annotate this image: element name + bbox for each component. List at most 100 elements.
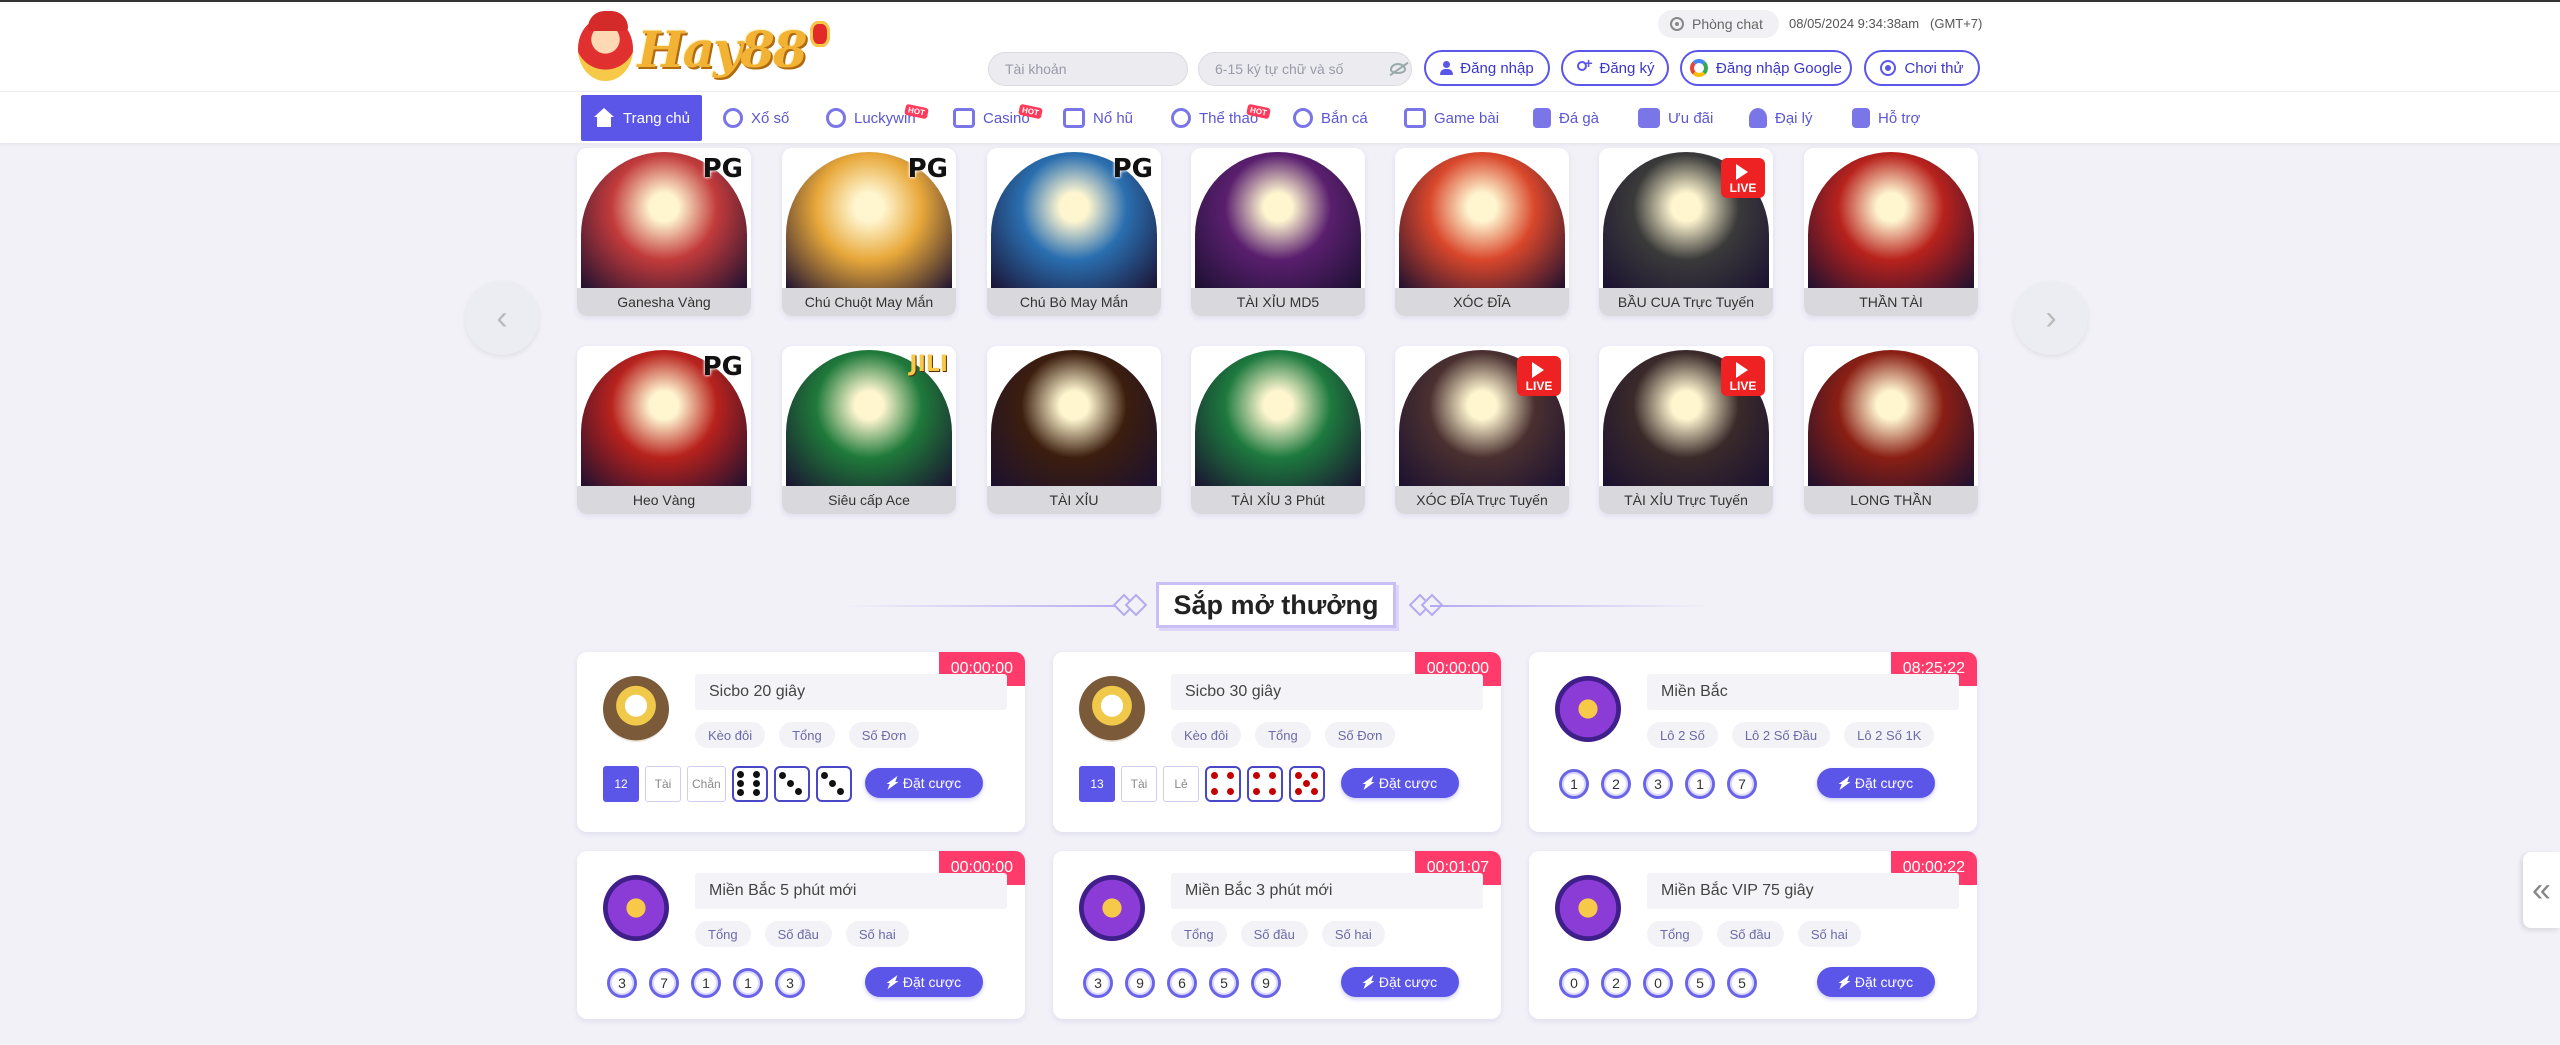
lottery-thumbnail[interactable] (1079, 875, 1145, 941)
game-card[interactable]: LIVE XÓC ĐĨA Trực Tuyến (1395, 346, 1569, 514)
nav-item-agent[interactable]: Đại lý (1749, 95, 1813, 141)
bet-type-chip[interactable]: Số hai (845, 921, 909, 947)
nav-item-casino[interactable]: Casino HOT (953, 95, 1043, 141)
lottery-thumbnail[interactable] (1555, 875, 1621, 941)
carousel-prev-button[interactable]: ‹ (465, 281, 539, 355)
nav-item-cockfight[interactable]: Đá gà (1533, 95, 1599, 141)
place-bet-button[interactable]: Đặt cược (1341, 967, 1459, 997)
game-card[interactable]: PG Chú Bò May Mắn (987, 148, 1161, 316)
nav-item-support[interactable]: Hỗ trợ (1852, 95, 1920, 141)
bet-type-chip[interactable]: Kèo đôi (1171, 722, 1242, 748)
game-card[interactable]: THẦN TÀI (1804, 148, 1978, 316)
bet-type-chip[interactable]: Lô 2 Số 1K (1844, 722, 1935, 748)
timezone-label: (GMT+7) (1930, 16, 1983, 31)
section-title: Sắp mở thưởng (1156, 582, 1396, 628)
result-ball: 3 (1083, 968, 1113, 998)
place-bet-button[interactable]: Đặt cược (1817, 967, 1935, 997)
game-card[interactable]: XÓC ĐĨA (1395, 148, 1569, 316)
game-label: TÀI XỈU Trực Tuyến (1599, 486, 1773, 514)
lottery-card: 08:25:22 Miền Bắc Lô 2 Số Lô 2 Số Đầu Lô 2 S… (1529, 652, 1977, 832)
lottery-thumbnail[interactable] (603, 676, 669, 742)
carousel-next-button[interactable]: › (2014, 281, 2088, 355)
game-card[interactable]: LIVE TÀI XỈU Trực Tuyến (1599, 346, 1773, 514)
dice-icon (1289, 766, 1325, 802)
game-card[interactable]: PG Heo Vàng (577, 346, 751, 514)
bet-type-chip[interactable]: Số hai (1321, 921, 1385, 947)
nav-item-fishing[interactable]: Bắn cá (1293, 95, 1368, 141)
nav-item-promotions[interactable]: Ưu đãi (1638, 95, 1713, 141)
main-navigation: Trang chủ Xổ số Luckywin HOT Casino HOT Nổ… (0, 91, 2560, 143)
bet-type-chip[interactable]: Số đầu (764, 921, 832, 947)
place-bet-button[interactable]: Đặt cược (1341, 768, 1459, 798)
result-ball: 3 (775, 968, 805, 998)
lottery-thumbnail[interactable] (1079, 676, 1145, 742)
result-ball: 5 (1685, 968, 1715, 998)
game-artwork (1195, 350, 1361, 488)
bet-type-chip[interactable]: Tổng (695, 921, 751, 947)
bet-type-chip[interactable]: Lô 2 Số Đầu (1731, 722, 1831, 748)
demo-play-button[interactable]: Chơi thử (1864, 50, 1980, 86)
game-card[interactable]: TÀI XỈU (987, 346, 1161, 514)
game-card[interactable]: PG Chú Chuột May Mắn (782, 148, 956, 316)
game-artwork (1808, 152, 1974, 290)
nav-item-card-games[interactable]: Game bài (1404, 95, 1499, 141)
live-badge: LIVE (1517, 356, 1561, 396)
bet-type-chip[interactable]: Số Đơn (848, 722, 920, 748)
game-card[interactable]: LONG THẦN (1804, 346, 1978, 514)
bet-type-chip[interactable]: Số hai (1797, 921, 1861, 947)
chat-room-button[interactable]: Phòng chat (1658, 10, 1779, 38)
nav-item-sports[interactable]: Thể thao HOT (1171, 95, 1272, 141)
section-divider-right (1430, 605, 1710, 607)
result-ball: 2 (1601, 968, 1631, 998)
bet-label: Đặt cược (902, 775, 962, 791)
game-artwork (1808, 350, 1974, 488)
register-button[interactable]: Đăng ký (1561, 50, 1669, 86)
nav-item-home[interactable]: Trang chủ (581, 95, 702, 141)
result-ball: 3 (607, 968, 637, 998)
google-login-button[interactable]: Đăng nhập Google (1680, 50, 1852, 86)
bet-type-chip[interactable]: Tổng (779, 722, 835, 748)
place-bet-button[interactable]: Đặt cược (865, 768, 983, 798)
game-card[interactable]: TÀI XỈU MD5 (1191, 148, 1365, 316)
game-label: TÀI XỈU 3 Phút (1191, 486, 1365, 514)
game-card[interactable]: LIVE BẦU CUA Trực Tuyến (1599, 148, 1773, 316)
bet-type-chip[interactable]: Số Đơn (1324, 722, 1396, 748)
site-logo[interactable]: Hay88 (578, 11, 830, 84)
lottery-thumbnail[interactable] (1555, 676, 1621, 742)
double-chevron-left-icon: « (2532, 870, 2551, 909)
result-tag: Tài (1121, 766, 1157, 802)
side-panel-toggle[interactable]: « (2523, 852, 2560, 928)
lottery-name: Miền Bắc VIP 75 giây (1647, 873, 1959, 909)
bet-type-chip[interactable]: Số đầu (1240, 921, 1308, 947)
bet-type-chip[interactable]: Lô 2 Số (1647, 722, 1718, 748)
password-input[interactable] (1198, 52, 1412, 86)
bet-type-chip[interactable]: Tổng (1255, 722, 1311, 748)
bet-type-chip[interactable]: Số đầu (1716, 921, 1784, 947)
nav-item-slots[interactable]: Nổ hũ (1063, 95, 1133, 141)
game-card[interactable]: PG Ganesha Vàng (577, 148, 751, 316)
lightning-icon (1839, 975, 1849, 989)
place-bet-button[interactable]: Đặt cược (1817, 768, 1935, 798)
game-card[interactable]: TÀI XỈU 3 Phút (1191, 346, 1365, 514)
dice-icon (1247, 766, 1283, 802)
login-button[interactable]: Đăng nhập (1424, 50, 1550, 86)
username-input[interactable] (988, 52, 1188, 86)
lottery-thumbnail[interactable] (603, 875, 669, 941)
nav-item-lottery[interactable]: Xổ số (723, 95, 789, 141)
nav-item-luckywin[interactable]: Luckywin HOT (826, 95, 929, 141)
chevron-left-icon: ‹ (496, 298, 508, 337)
bet-type-chip[interactable]: Tổng (1171, 921, 1227, 947)
result-ball: 1 (1685, 769, 1715, 799)
place-bet-button[interactable]: Đặt cược (865, 967, 983, 997)
bet-label: Đặt cược (1854, 775, 1914, 791)
dice-icon (1205, 766, 1241, 802)
eye-slash-icon[interactable] (1390, 63, 1406, 74)
nav-label: Nổ hũ (1093, 109, 1134, 127)
lottery-name: Sicbo 20 giây (695, 674, 1007, 710)
bet-type-chip[interactable]: Tổng (1647, 921, 1703, 947)
bet-type-chip[interactable]: Kèo đôi (695, 722, 766, 748)
google-icon (1690, 59, 1709, 77)
game-card[interactable]: JILI Siêu cấp Ace (782, 346, 956, 514)
game-label: BẦU CUA Trực Tuyến (1599, 288, 1773, 316)
result-ball: 1 (691, 968, 721, 998)
